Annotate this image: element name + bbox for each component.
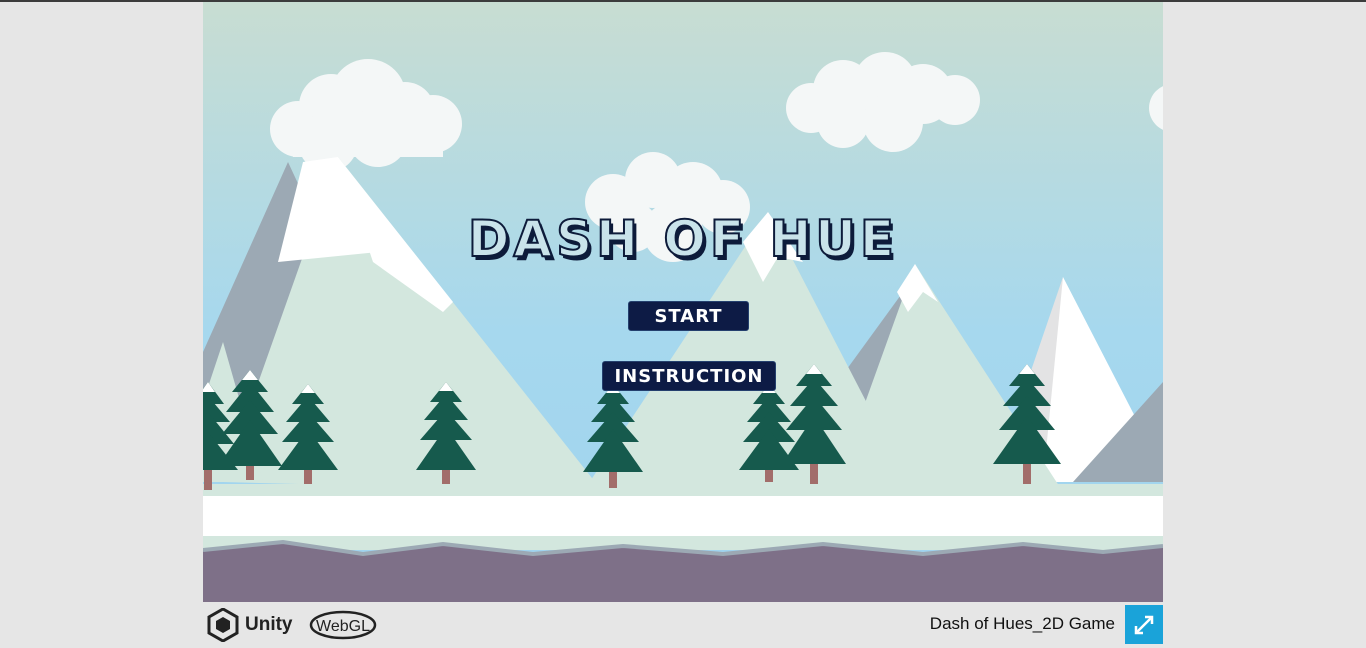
unity-label: Unity [245, 614, 293, 635]
expand-arrows-icon [1134, 615, 1154, 635]
webgl-footer: Unity WebGL Dash of Hues_2D Game [203, 602, 1163, 644]
instruction-button[interactable]: INSTRUCTION [602, 361, 776, 391]
game-canvas[interactable]: DASH OF HUE START INSTRUCTION [203, 2, 1163, 602]
start-button[interactable]: START [628, 301, 749, 331]
game-title-text: DASH OF HUE [467, 209, 899, 269]
webgl-label: WebGL [316, 618, 370, 635]
webgl-logo-icon: WebGL [309, 610, 377, 640]
unity-logo-icon [207, 608, 239, 642]
fullscreen-button[interactable] [1125, 605, 1163, 644]
game-name-label: Dash of Hues_2D Game [929, 614, 1115, 633]
